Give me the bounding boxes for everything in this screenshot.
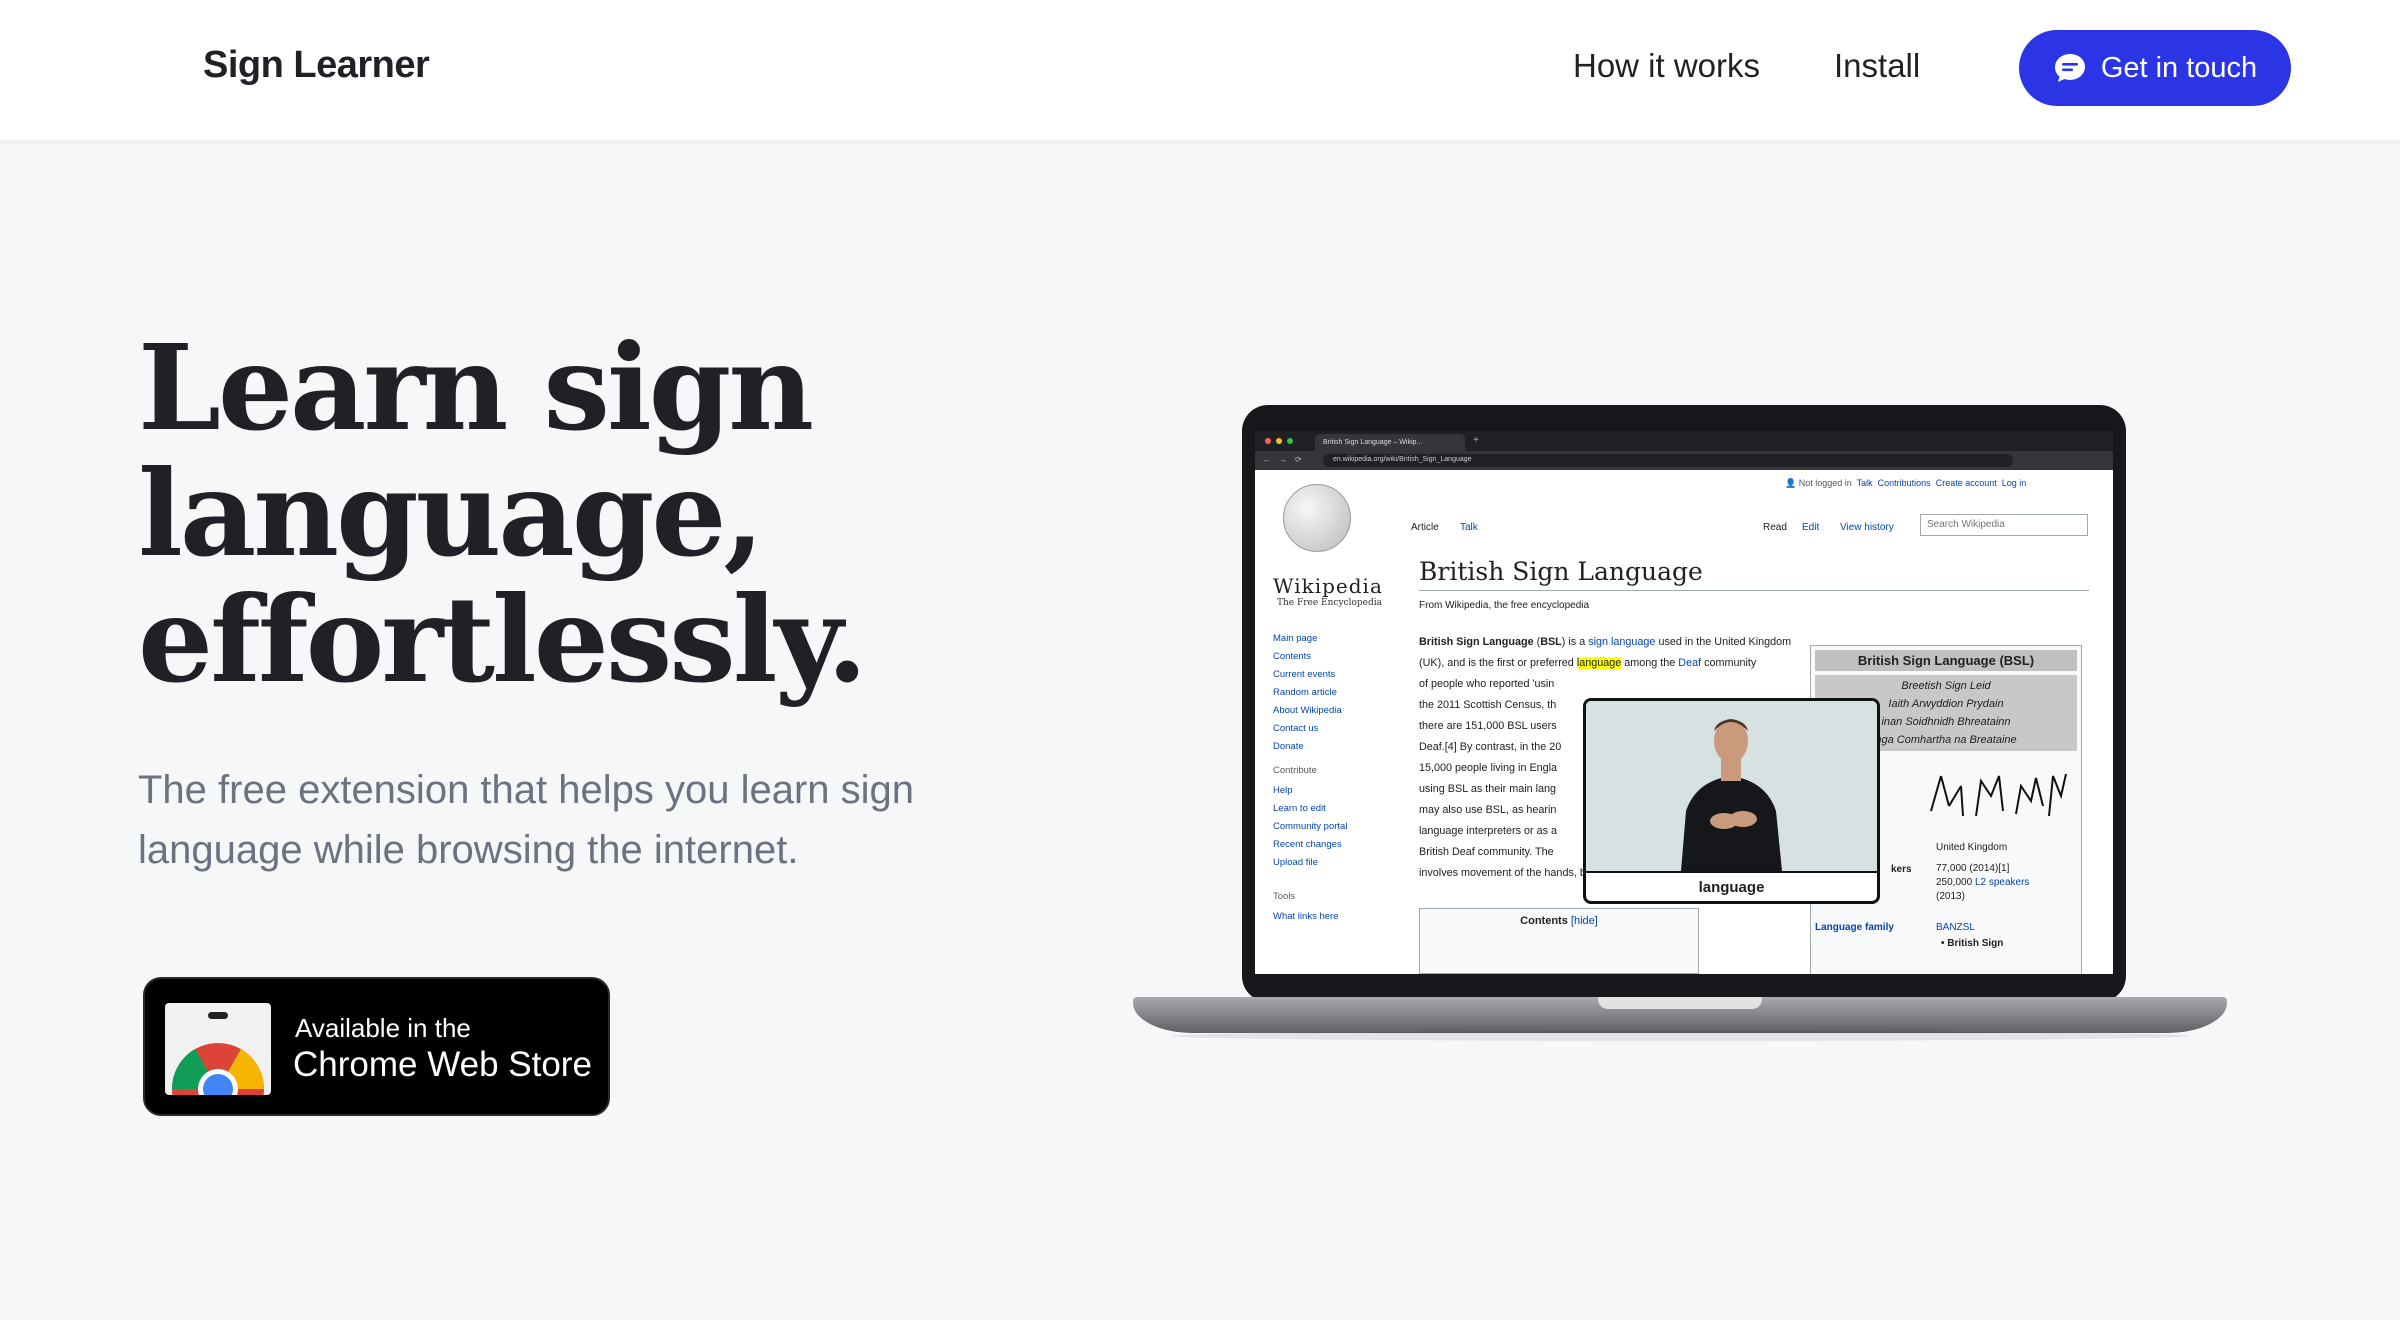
sidebar-link: Random article bbox=[1273, 687, 1337, 698]
wiki-user-links: 👤 Not logged in Talk Contributions Creat… bbox=[1785, 478, 2027, 488]
wiki-from-line: From Wikipedia, the free encyclopedia bbox=[1419, 600, 1590, 611]
sidebar-heading-contribute: Contribute bbox=[1273, 765, 1317, 776]
sign-word-label: language bbox=[1586, 871, 1877, 901]
wiki-tab-edit: Edit bbox=[1802, 522, 1820, 533]
signer-figure bbox=[1681, 719, 1782, 871]
sidebar-link: Current events bbox=[1273, 669, 1336, 680]
wikipedia-page: Wikipedia The Free Encyclopedia Main pag… bbox=[1255, 470, 2113, 974]
wikipedia-globe-icon bbox=[1283, 484, 1351, 552]
wiki-contents-box: Contents [hide] bbox=[1419, 908, 1699, 974]
sidebar-link: About Wikipedia bbox=[1273, 705, 1342, 716]
wiki-search-input: Search Wikipedia bbox=[1920, 514, 2088, 536]
hero-subtitle: The free extension that helps you learn … bbox=[138, 768, 915, 872]
sidebar-link: Upload file bbox=[1273, 857, 1318, 868]
badge-line-2: Chrome Web Store bbox=[293, 1045, 592, 1084]
sidebar-link: Learn to edit bbox=[1273, 803, 1326, 814]
sign-hands-illustration bbox=[1930, 773, 2067, 817]
wiki-tab-read: Read bbox=[1763, 522, 1787, 533]
window-controls bbox=[1265, 438, 1293, 444]
browser-tab-bar: British Sign Language – Wikip... + bbox=[1255, 431, 2113, 451]
sidebar-heading-tools: Tools bbox=[1273, 891, 1296, 902]
laptop-screen: British Sign Language – Wikip... + ←→⟳ e… bbox=[1255, 431, 2113, 974]
wiki-tab-article: Article bbox=[1411, 522, 1439, 533]
sidebar-link: Donate bbox=[1273, 741, 1304, 752]
get-in-touch-label: Get in touch bbox=[2100, 51, 2258, 84]
hero-title-line-3: effortlessly. bbox=[138, 570, 868, 709]
sidebar-link: Contents bbox=[1273, 651, 1312, 662]
brand-logo[interactable]: Sign Learner bbox=[203, 44, 430, 87]
browser-toolbar: ←→⟳ en.wikipedia.org/wiki/British_Sign_L… bbox=[1255, 451, 2113, 470]
hero-title: Learn sign language, effortlessly. bbox=[138, 325, 1038, 703]
sidebar-link: Recent changes bbox=[1273, 839, 1342, 850]
wiki-article-title: British Sign Language bbox=[1419, 557, 2089, 591]
sidebar-link: Help bbox=[1273, 785, 1293, 796]
sidebar-link: Contact us bbox=[1273, 723, 1319, 734]
laptop-notch bbox=[1598, 997, 1762, 1009]
sign-video bbox=[1586, 701, 1877, 871]
browser-tab: British Sign Language – Wikip... bbox=[1315, 434, 1465, 451]
wiki-sidebar-nav: Main page Contents Current events Random… bbox=[1273, 630, 1383, 756]
hero-title-line-1: Learn sign bbox=[138, 318, 814, 457]
wiki-sidebar-tools: What links here bbox=[1273, 908, 1383, 926]
wikipedia-tagline: The Free Encyclopedia bbox=[1277, 598, 1382, 608]
badge-line-1: Available in the bbox=[295, 1013, 471, 1043]
browser-nav-icons: ←→⟳ bbox=[1263, 455, 1310, 464]
site-header: Sign Learner How it works Install Get in… bbox=[0, 0, 2400, 140]
sidebar-link: Main page bbox=[1273, 633, 1318, 644]
sidebar-link: What links here bbox=[1273, 911, 1339, 922]
browser-url: en.wikipedia.org/wiki/British_Sign_Langu… bbox=[1323, 454, 2013, 467]
nav-install[interactable]: Install bbox=[1834, 47, 1920, 85]
sign-video-popup[interactable]: language bbox=[1583, 698, 1880, 904]
wiki-sidebar-contribute: Help Learn to edit Community portal Rece… bbox=[1273, 782, 1383, 872]
chrome-web-store-icon bbox=[165, 1003, 271, 1095]
wiki-tab-history: View history bbox=[1840, 522, 1894, 533]
sidebar-link: Community portal bbox=[1273, 821, 1348, 832]
chat-bubble-icon bbox=[2054, 54, 2085, 82]
get-in-touch-button[interactable]: Get in touch bbox=[2019, 30, 2291, 106]
laptop-mockup: British Sign Language – Wikip... + ←→⟳ e… bbox=[1131, 405, 2229, 1045]
nav-how-it-works[interactable]: How it works bbox=[1573, 47, 1760, 85]
user-icon: 👤 bbox=[1785, 478, 1797, 488]
chrome-web-store-badge[interactable]: Available in the Chrome Web Store bbox=[143, 977, 610, 1116]
wikipedia-wordmark: Wikipedia bbox=[1273, 574, 1383, 598]
hero-title-line-2: language, bbox=[138, 444, 765, 583]
wiki-tab-talk: Talk bbox=[1460, 522, 1478, 533]
new-tab-icon: + bbox=[1473, 435, 1479, 446]
